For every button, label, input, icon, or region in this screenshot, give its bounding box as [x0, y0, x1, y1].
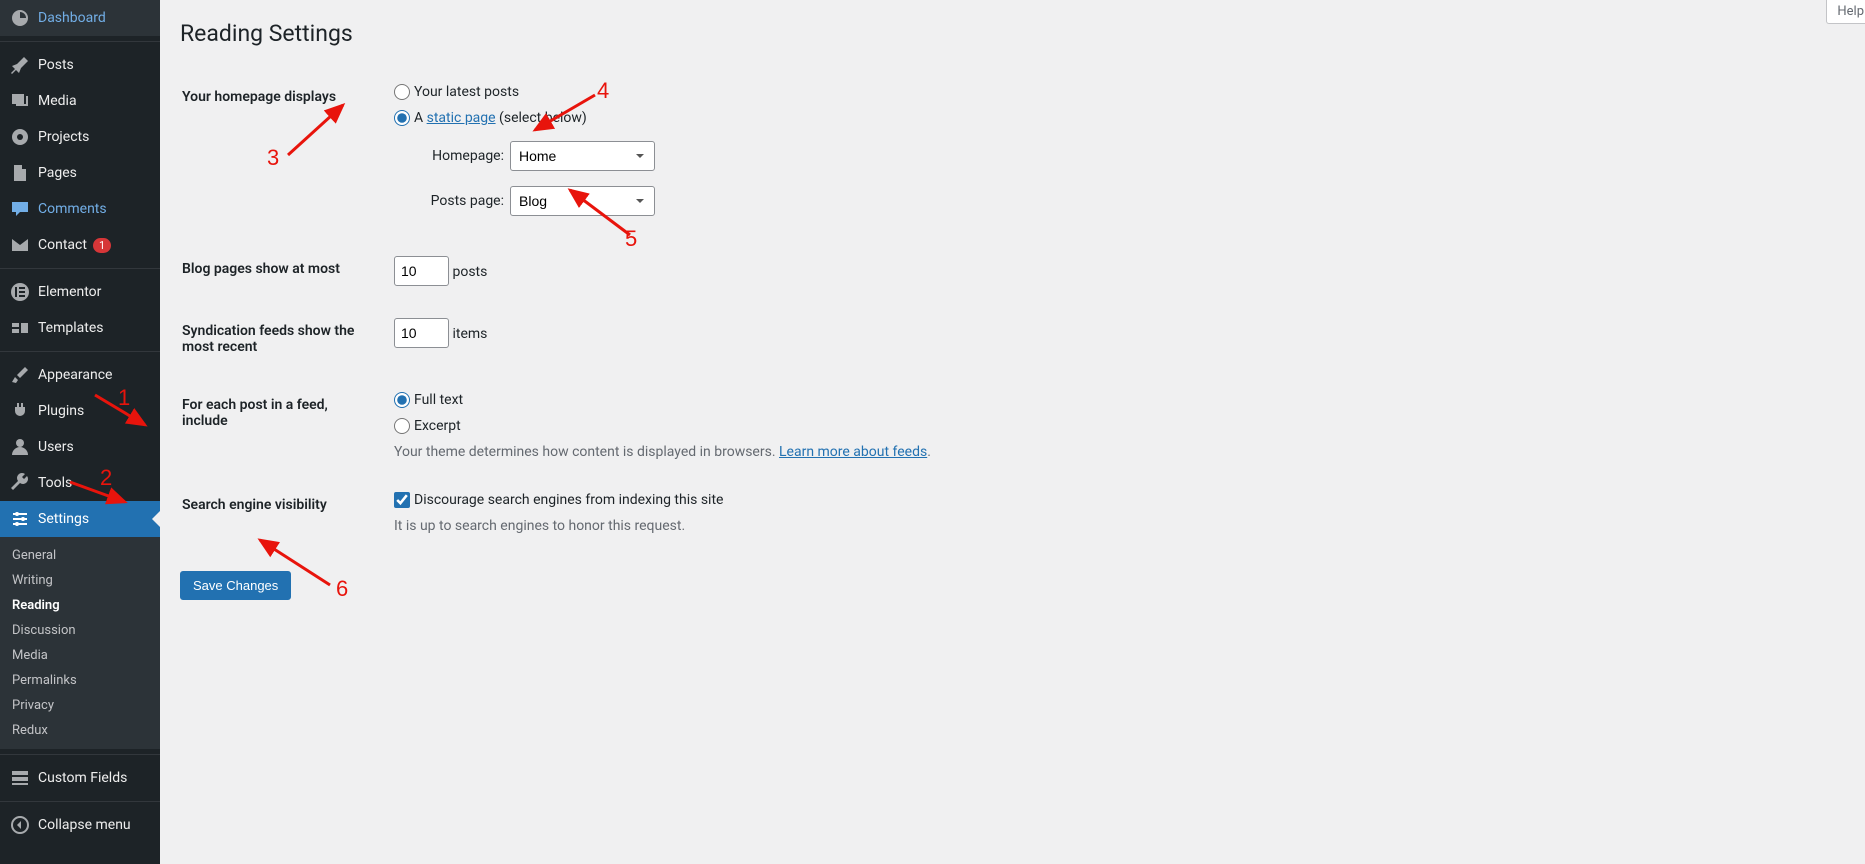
- sidebar-item-posts[interactable]: Posts: [0, 41, 160, 83]
- sidebar-item-elementor[interactable]: Elementor: [0, 268, 160, 310]
- mail-icon: [10, 235, 30, 255]
- radio-excerpt[interactable]: [394, 418, 410, 434]
- elementor-icon: [10, 282, 30, 302]
- sidebar-label: Settings: [38, 511, 89, 527]
- homepage-displays-label: Your homepage displays: [182, 69, 382, 239]
- learn-more-feeds-link[interactable]: Learn more about feeds: [779, 444, 927, 460]
- sidebar-label: Comments: [38, 201, 107, 217]
- page-title: Reading Settings: [180, 20, 1845, 47]
- feed-include-label: For each post in a feed, include: [182, 377, 382, 475]
- submenu-media[interactable]: Media: [0, 643, 160, 668]
- syndication-label: Syndication feeds show the most recent: [182, 303, 382, 375]
- blog-pages-label: Blog pages show at most: [182, 241, 382, 301]
- sidebar-item-users[interactable]: Users: [0, 429, 160, 465]
- fields-icon: [10, 768, 30, 788]
- syndication-input[interactable]: [394, 318, 449, 348]
- submenu-redux[interactable]: Redux: [0, 718, 160, 743]
- submenu-writing[interactable]: Writing: [0, 568, 160, 593]
- sidebar-label: Custom Fields: [38, 770, 127, 786]
- syndication-suffix: items: [452, 326, 487, 342]
- settings-submenu: General Writing Reading Discussion Media…: [0, 537, 160, 749]
- radio-static-label: A static page (select below): [414, 110, 587, 126]
- sidebar-item-media[interactable]: Media: [0, 83, 160, 119]
- sidebar-label: Posts: [38, 57, 74, 73]
- submenu-privacy[interactable]: Privacy: [0, 693, 160, 718]
- blog-pages-suffix: posts: [452, 264, 487, 280]
- sidebar-label: Pages: [38, 165, 77, 181]
- dashboard-icon: [10, 8, 30, 28]
- sidebar-item-comments[interactable]: Comments: [0, 191, 160, 227]
- sidebar-item-custom-fields[interactable]: Custom Fields: [0, 754, 160, 796]
- sidebar-item-contact[interactable]: Contact 1: [0, 227, 160, 263]
- search-visibility-description: It is up to search engines to honor this…: [394, 518, 1833, 534]
- projects-icon: [10, 127, 30, 147]
- annotation-6: 6: [336, 576, 348, 602]
- sidebar-item-appearance[interactable]: Appearance: [0, 351, 160, 393]
- sidebar-label: Appearance: [38, 367, 112, 383]
- checkbox-discourage-label: Discourage search engines from indexing …: [414, 492, 723, 508]
- pin-icon: [10, 55, 30, 75]
- sidebar-label: Collapse menu: [38, 817, 131, 833]
- users-icon: [10, 437, 30, 457]
- sidebar-item-projects[interactable]: Projects: [0, 119, 160, 155]
- radio-static-page[interactable]: [394, 110, 410, 126]
- posts-page-select-label: Posts page:: [414, 193, 504, 209]
- sidebar-label: Plugins: [38, 403, 84, 419]
- blog-pages-input[interactable]: [394, 256, 449, 286]
- radio-latest-label: Your latest posts: [414, 84, 519, 100]
- sidebar-label: Projects: [38, 129, 89, 145]
- submenu-general[interactable]: General: [0, 543, 160, 568]
- sidebar-item-settings[interactable]: Settings: [0, 501, 160, 537]
- radio-full-text[interactable]: [394, 392, 410, 408]
- templates-icon: [10, 318, 30, 338]
- save-button[interactable]: Save Changes: [180, 571, 291, 600]
- checkbox-discourage[interactable]: [394, 492, 410, 508]
- sidebar-label: Contact: [38, 237, 87, 253]
- sidebar-label: Media: [38, 93, 77, 109]
- comments-icon: [10, 199, 30, 219]
- submenu-permalinks[interactable]: Permalinks: [0, 668, 160, 693]
- collapse-icon: [10, 815, 30, 835]
- brush-icon: [10, 365, 30, 385]
- sidebar-item-dashboard[interactable]: Dashboard: [0, 0, 160, 36]
- sidebar-item-pages[interactable]: Pages: [0, 155, 160, 191]
- sidebar-item-plugins[interactable]: Plugins: [0, 393, 160, 429]
- sidebar-collapse[interactable]: Collapse menu: [0, 801, 160, 843]
- radio-latest-posts[interactable]: [394, 84, 410, 100]
- pages-icon: [10, 163, 30, 183]
- sidebar-label: Tools: [38, 475, 72, 491]
- sidebar-label: Dashboard: [38, 10, 106, 26]
- sidebar-label: Elementor: [38, 284, 101, 300]
- plug-icon: [10, 401, 30, 421]
- sidebar-label: Templates: [38, 320, 104, 336]
- admin-sidebar: Dashboard Posts Media Projects Pages Com…: [0, 0, 160, 864]
- help-tab[interactable]: Help: [1826, 0, 1865, 24]
- media-icon: [10, 91, 30, 111]
- notification-badge: 1: [93, 238, 111, 253]
- sidebar-label: Users: [38, 439, 74, 455]
- static-page-link[interactable]: static page: [427, 110, 496, 126]
- sidebar-item-templates[interactable]: Templates: [0, 310, 160, 346]
- homepage-select[interactable]: Home: [510, 141, 655, 171]
- homepage-select-label: Homepage:: [414, 148, 504, 164]
- sidebar-item-tools[interactable]: Tools: [0, 465, 160, 501]
- content-area: Help Reading Settings Your homepage disp…: [160, 0, 1865, 864]
- feed-description: Your theme determines how content is dis…: [394, 444, 1833, 460]
- posts-page-select[interactable]: Blog: [510, 186, 655, 216]
- search-visibility-label: Search engine visibility: [182, 477, 382, 549]
- settings-icon: [10, 509, 30, 529]
- submenu-reading[interactable]: Reading: [0, 593, 160, 618]
- radio-excerpt-label: Excerpt: [414, 418, 461, 434]
- radio-full-label: Full text: [414, 392, 463, 408]
- submenu-discussion[interactable]: Discussion: [0, 618, 160, 643]
- wrench-icon: [10, 473, 30, 493]
